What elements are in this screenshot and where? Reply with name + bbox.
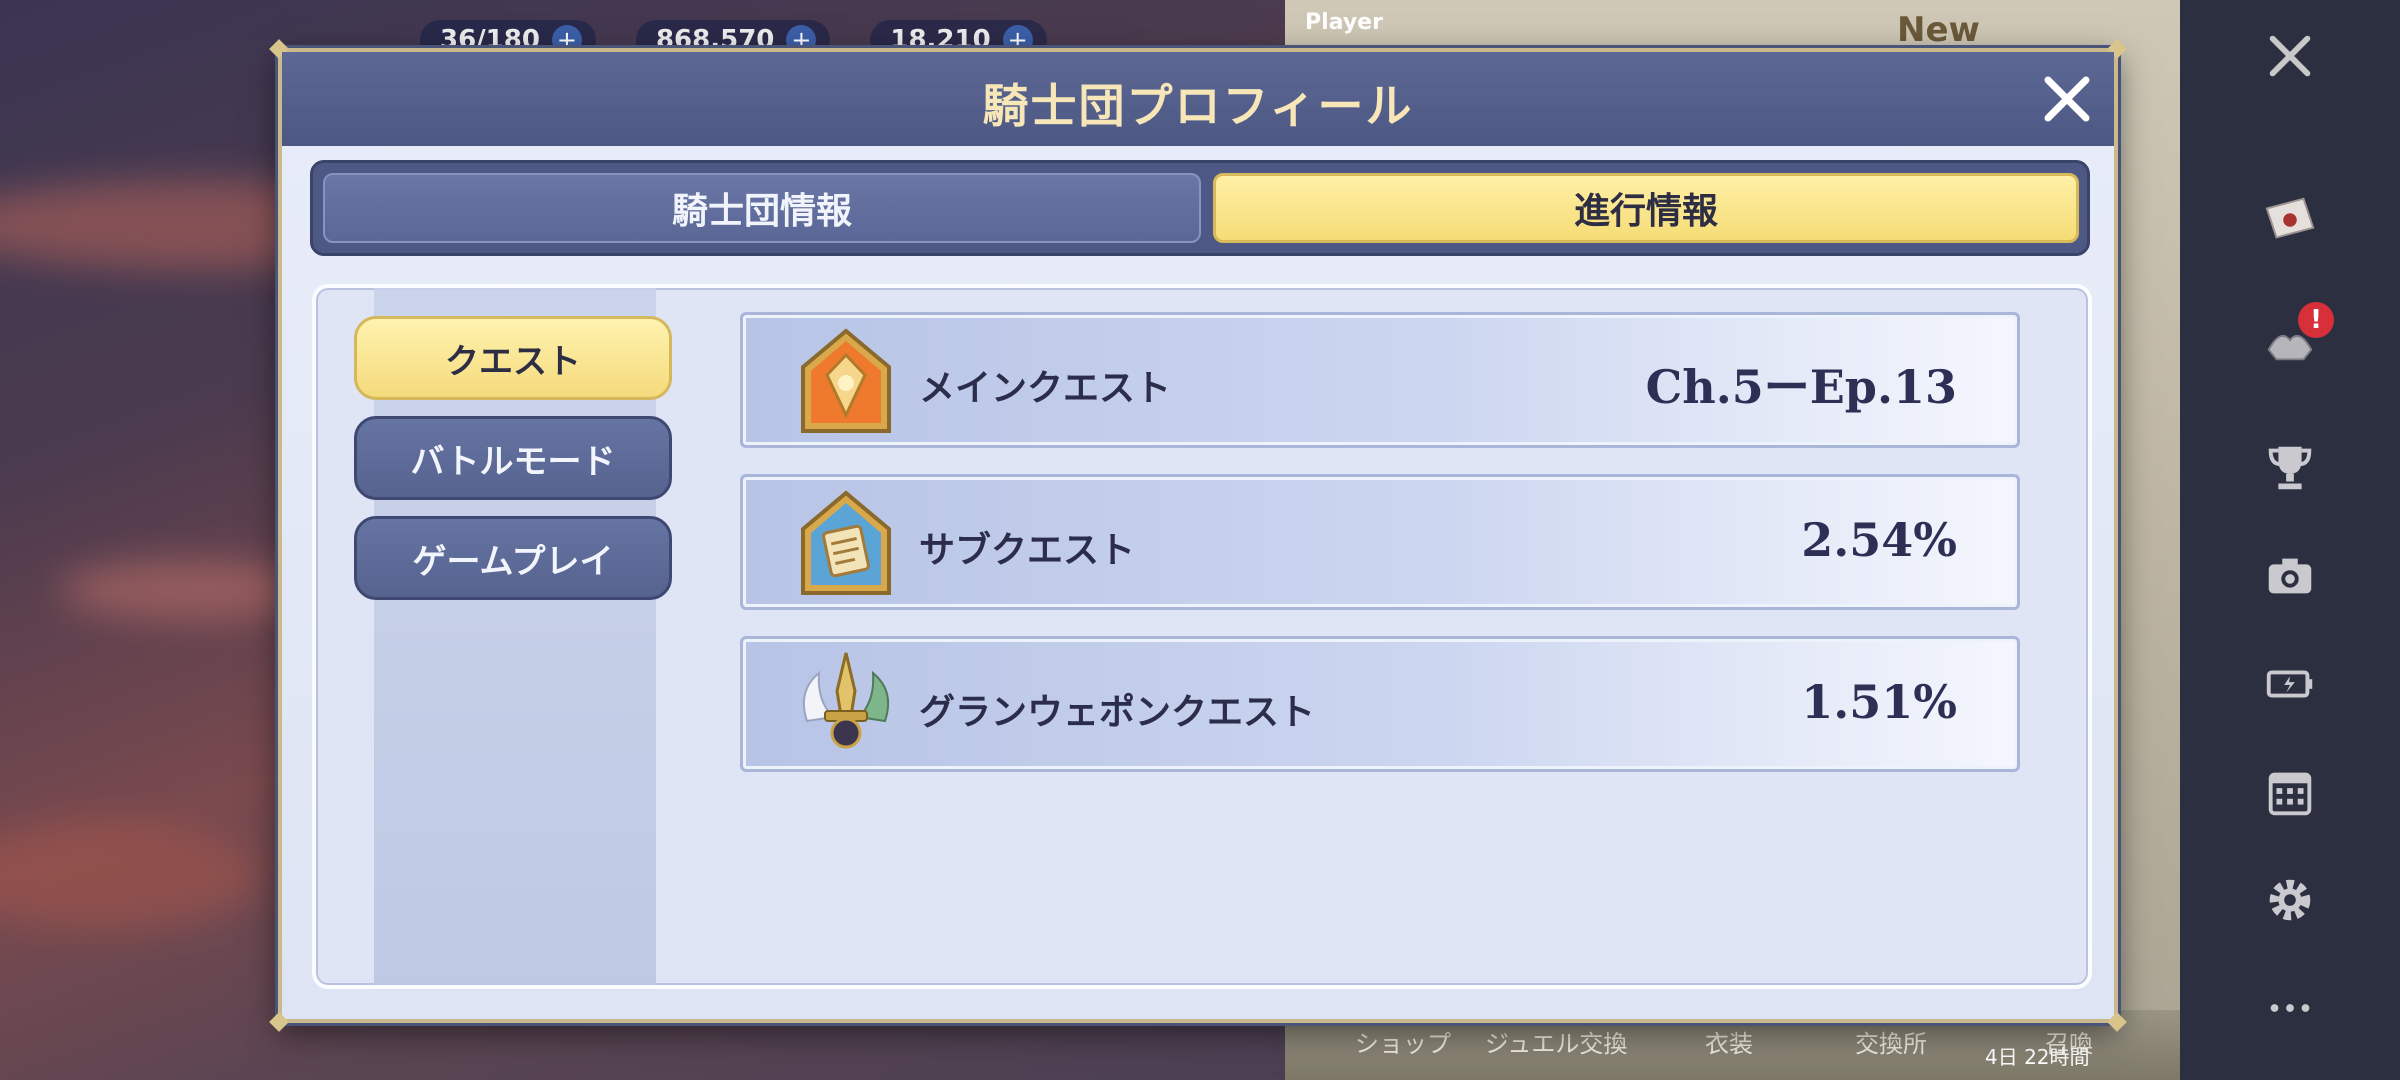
progress-content-panel: クエスト バトルモード ゲームプレイ メインクエスト Ch.5ーEp.13 サブ… — [312, 284, 2092, 989]
bottom-tab-jewel-exchange[interactable]: ジュエル交換 — [1485, 1024, 1627, 1059]
sidebar-mail-button[interactable] — [2180, 180, 2400, 260]
close-icon — [2269, 35, 2311, 77]
dialog-title: 騎士団プロフィール — [982, 79, 1414, 133]
sky-cloud — [0, 820, 260, 930]
sidebar-more-button[interactable] — [2180, 968, 2400, 1048]
right-sidebar: ! — [2180, 0, 2400, 1080]
tab-progress-info[interactable]: 進行情報 — [1213, 173, 2079, 243]
quest-row-sub: サブクエスト 2.54% — [740, 474, 2020, 610]
quest-progress-value: Ch.5ーEp.13 — [1645, 360, 1957, 414]
dialog-close-button[interactable] — [2032, 64, 2102, 134]
battery-icon — [2266, 670, 2313, 698]
summon-timer: 4日 22時間 — [1985, 1045, 2090, 1069]
calendar-icon — [2268, 772, 2312, 816]
quest-progress-value: 1.51% — [1801, 675, 1957, 729]
category-gameplay-button[interactable]: ゲームプレイ — [354, 516, 672, 600]
mail-icon — [2265, 197, 2315, 239]
sidebar-calendar-button[interactable] — [2180, 752, 2400, 832]
sidebar-gauntlet-button[interactable]: ! — [2180, 300, 2400, 380]
more-icon — [2270, 1004, 2310, 1012]
gear-icon — [2269, 879, 2311, 921]
sidebar-camera-button[interactable] — [2180, 536, 2400, 616]
bottom-tab-costume[interactable]: 衣装 — [1705, 1024, 1753, 1059]
player-label: Player — [1305, 10, 1383, 35]
bottom-tab-exchange[interactable]: 交換所 — [1855, 1024, 1927, 1059]
knight-order-profile-dialog: 騎士団プロフィール 騎士団情報 進行情報 クエスト バトルモード ゲームプレイ … — [269, 39, 2127, 1032]
quest-progress-value: 2.54% — [1801, 513, 1957, 567]
trophy-icon — [2268, 446, 2312, 490]
sidebar-battery-button[interactable] — [2180, 644, 2400, 724]
quest-name: サブクエスト — [919, 530, 1136, 571]
category-battle-mode-button[interactable]: バトルモード — [354, 416, 672, 500]
profile-tab-bar: 騎士団情報 進行情報 — [310, 160, 2090, 256]
category-quest-button[interactable]: クエスト — [354, 316, 672, 400]
quest-row-main: メインクエスト Ch.5ーEp.13 — [740, 312, 2020, 448]
close-icon — [2044, 76, 2090, 122]
quest-name: グランウェポンクエスト — [919, 692, 1316, 733]
quest-row-grand-weapon: グランウェポンクエスト 1.51% — [740, 636, 2020, 772]
bottom-tab-shop[interactable]: ショップ — [1355, 1024, 1451, 1059]
tab-knight-order-info[interactable]: 騎士団情報 — [323, 173, 1201, 243]
frame-corner — [269, 1012, 289, 1032]
dialog-header: 騎士団プロフィール — [282, 52, 2114, 146]
sidebar-close-button[interactable] — [2180, 16, 2400, 96]
notification-badge: ! — [2298, 302, 2334, 338]
camera-icon — [2268, 558, 2312, 594]
main-quest-icon — [801, 328, 891, 433]
sub-quest-icon — [801, 490, 891, 595]
sidebar-settings-button[interactable] — [2180, 860, 2400, 940]
sidebar-trophy-button[interactable] — [2180, 428, 2400, 508]
quest-name: メインクエスト — [919, 368, 1172, 409]
new-label: New — [1897, 10, 1980, 50]
grand-weapon-quest-icon — [803, 652, 889, 749]
